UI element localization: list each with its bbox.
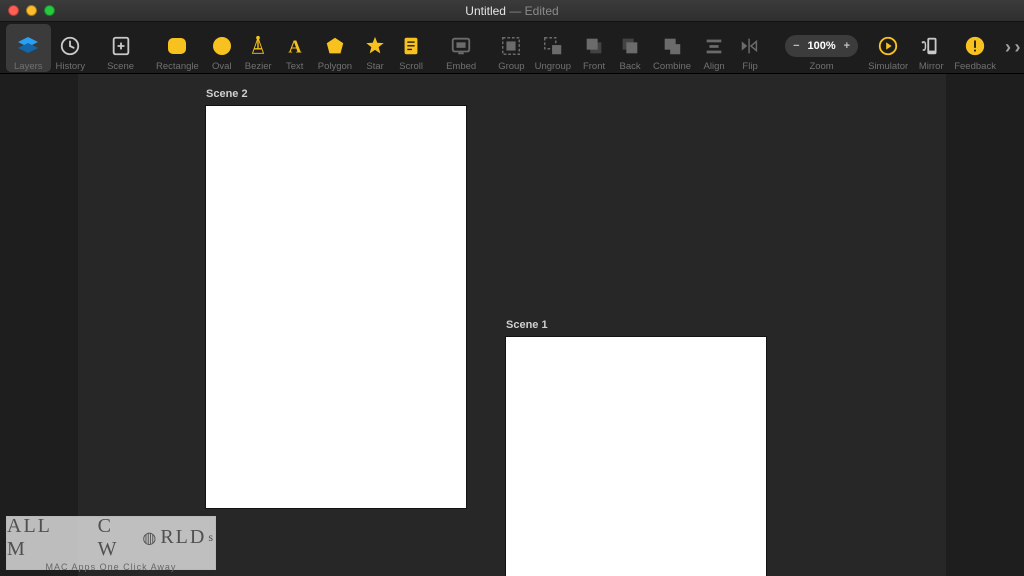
workspace: Scene 2 Scene 1 ALL M  C W ◍ RLD s MAC … <box>0 74 1024 576</box>
feedback-button[interactable]: Feedback <box>949 24 1001 72</box>
polygon-icon <box>322 33 348 59</box>
document-name: Untitled <box>465 4 506 18</box>
combine-button[interactable]: Combine <box>648 24 696 72</box>
scene-button[interactable]: Scene <box>102 24 139 72</box>
history-button[interactable]: History <box>51 24 91 72</box>
text-icon: A <box>282 33 308 59</box>
minimize-window-button[interactable] <box>26 5 37 16</box>
ungroup-icon <box>540 33 566 59</box>
svg-text:A: A <box>288 36 302 56</box>
window-controls <box>8 5 55 16</box>
star-icon <box>362 33 388 59</box>
rectangle-tool[interactable]: Rectangle <box>151 24 204 72</box>
left-gutter <box>0 74 78 576</box>
play-icon <box>875 33 901 59</box>
scene-2[interactable]: Scene 2 <box>206 88 466 508</box>
flip-icon <box>737 33 763 59</box>
scroll-tool[interactable]: Scroll <box>393 24 429 72</box>
polygon-tool[interactable]: Polygon <box>313 24 357 72</box>
right-gutter <box>946 74 1024 576</box>
star-tool[interactable]: Star <box>357 24 393 72</box>
scene-1[interactable]: Scene 1 <box>506 319 766 576</box>
front-button[interactable]: Front <box>576 24 612 72</box>
scene-icon <box>108 33 134 59</box>
align-button[interactable]: Align <box>696 24 732 72</box>
layers-button[interactable]: Layers <box>6 24 51 72</box>
toolbar-overflow-button[interactable]: › › <box>1001 37 1024 58</box>
document-state: Edited <box>525 4 559 18</box>
mirror-button[interactable]: Mirror <box>913 24 949 72</box>
scene-label: Scene 2 <box>206 88 466 100</box>
back-button[interactable]: Back <box>612 24 648 72</box>
simulator-button[interactable]: Simulator <box>863 24 913 72</box>
history-icon <box>57 33 83 59</box>
toolbar: Layers History Scene Rectangle <box>0 22 1024 74</box>
rectangle-icon <box>164 33 190 59</box>
bezier-tool[interactable]: Bezier <box>240 24 277 72</box>
zoom-out-button[interactable]: − <box>793 40 799 52</box>
layers-icon <box>15 33 41 59</box>
zoom-value[interactable]: 100% <box>808 40 836 52</box>
titlebar: Untitled — Edited <box>0 0 1024 22</box>
feedback-icon <box>962 33 988 59</box>
oval-icon <box>209 33 235 59</box>
ungroup-button[interactable]: Ungroup <box>530 24 576 72</box>
group-button[interactable]: Group <box>493 24 529 72</box>
group-icon <box>498 33 524 59</box>
canvas[interactable]: Scene 2 Scene 1 <box>78 74 946 576</box>
close-window-button[interactable] <box>8 5 19 16</box>
maximize-window-button[interactable] <box>44 5 55 16</box>
zoom-control: − 100% + Zoom <box>780 24 863 72</box>
oval-tool[interactable]: Oval <box>204 24 240 72</box>
front-icon <box>581 33 607 59</box>
mirror-icon <box>918 33 944 59</box>
embed-icon <box>448 33 474 59</box>
zoom-in-button[interactable]: + <box>844 40 850 52</box>
artboard[interactable] <box>506 337 766 576</box>
artboard[interactable] <box>206 106 466 508</box>
window-title: Untitled — Edited <box>0 4 1024 18</box>
scene-label: Scene 1 <box>506 319 766 331</box>
flip-button[interactable]: Flip <box>732 24 768 72</box>
combine-icon <box>659 33 685 59</box>
align-icon <box>701 33 727 59</box>
embed-button[interactable]: Embed <box>441 24 481 72</box>
scroll-icon <box>398 33 424 59</box>
back-icon <box>617 33 643 59</box>
text-tool[interactable]: A Text <box>277 24 313 72</box>
zoom-pill: − 100% + <box>785 35 858 57</box>
bezier-icon <box>245 33 271 59</box>
